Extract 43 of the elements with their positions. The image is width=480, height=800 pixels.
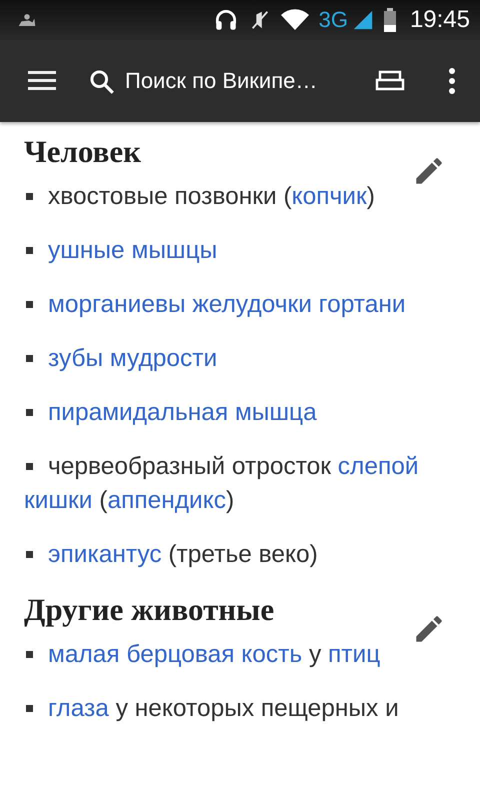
list-text: хвостовые позвонки	[48, 183, 278, 210]
bullet-icon	[26, 354, 33, 362]
bullet-icon	[26, 300, 33, 308]
signal-icon	[352, 9, 374, 31]
battery-icon	[384, 8, 396, 32]
list-text: (	[283, 183, 292, 210]
bullet-icon	[26, 192, 33, 200]
bullet-icon	[26, 408, 33, 416]
list-text: )	[366, 183, 375, 210]
list-text: у	[308, 641, 322, 668]
link[interactable]: аппендикс	[107, 487, 226, 514]
link[interactable]: зубы мудрости	[48, 345, 218, 372]
tabs-icon[interactable]	[374, 69, 406, 93]
bullet-icon	[26, 704, 33, 712]
bullet-icon	[26, 246, 33, 254]
link[interactable]: глаза	[48, 695, 109, 722]
list-text: у некоторых пещерных и	[114, 695, 399, 722]
link[interactable]: птиц	[328, 641, 380, 668]
link[interactable]: пирамидальная мышца	[48, 399, 317, 426]
link[interactable]: малая берцовая кость	[48, 641, 302, 668]
link[interactable]: морганиевы желудочки гортани	[48, 291, 406, 318]
list-text: (	[98, 487, 108, 514]
link[interactable]: слепой	[338, 453, 419, 480]
link[interactable]: кишки	[24, 487, 92, 514]
section-heading: Человек	[24, 134, 141, 170]
section-heading: Другие животные	[24, 592, 274, 628]
list-text: (третье веко)	[167, 541, 318, 568]
menu-icon[interactable]	[28, 71, 56, 91]
more-options-icon[interactable]	[448, 68, 456, 94]
bullet-icon	[26, 650, 33, 658]
network-type: 3G	[318, 7, 348, 33]
search-icon	[88, 68, 115, 94]
link[interactable]: ушные мышцы	[48, 237, 218, 264]
bullet-icon	[26, 550, 33, 558]
wifi-icon	[280, 9, 309, 31]
bullet-icon	[26, 462, 33, 470]
clock-time: 19:45	[410, 6, 470, 34]
list-text: )	[226, 487, 234, 514]
link[interactable]: эпикантус	[48, 541, 162, 568]
crawling-child-icon	[16, 12, 38, 28]
link[interactable]: копчик	[292, 183, 367, 210]
search-field[interactable]: Поиск по Википе…	[88, 68, 358, 94]
list-text: червеобразный отросток	[48, 453, 332, 480]
